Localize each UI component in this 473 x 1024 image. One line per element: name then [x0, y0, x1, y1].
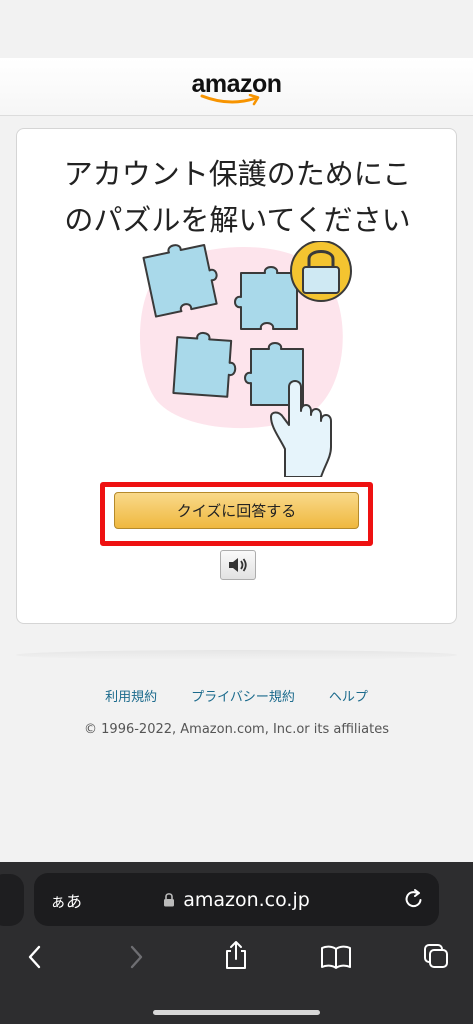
puzzle-piece-2 — [234, 266, 298, 330]
bookmarks-icon[interactable] — [320, 944, 352, 970]
address-bar[interactable]: ぁあ amazon.co.jp — [34, 873, 439, 926]
lock-badge-icon — [290, 241, 352, 302]
terms-link[interactable]: 利用規約 — [105, 686, 157, 705]
page-title: アカウント保護のためにこ のパズルを解いてください — [17, 151, 458, 243]
browser-bottom-bar: ぁあ amazon.co.jp — [0, 862, 473, 1024]
url-text: amazon.co.jp — [183, 888, 310, 911]
tabs-icon[interactable] — [422, 942, 450, 970]
url-display[interactable]: amazon.co.jp — [34, 889, 439, 911]
puzzle-piece-3 — [172, 331, 237, 398]
reload-icon[interactable] — [403, 888, 425, 910]
lock-icon — [164, 893, 175, 907]
copyright-text: © 1996-2022, Amazon.com, Inc.or its affi… — [84, 722, 389, 737]
previous-tab-stub[interactable] — [0, 874, 24, 926]
footer-links: 利用規約 プライバシー規約 ヘルプ — [0, 686, 473, 705]
browser-toolbar — [0, 934, 473, 984]
amazon-header: amazon — [0, 58, 473, 116]
help-link[interactable]: ヘルプ — [329, 686, 368, 705]
home-indicator[interactable] — [153, 1010, 320, 1015]
amazon-smile-icon — [200, 93, 259, 105]
captcha-card: アカウント保護のためにこ のパズルを解いてください クイズに回答する — [16, 128, 457, 624]
speaker-icon — [229, 558, 247, 572]
audio-challenge-button[interactable] — [220, 550, 256, 580]
page: amazon アカウント保護のためにこ のパズルを解いてください クイズに回答す… — [0, 0, 473, 1024]
title-line-2: のパズルを解いてください — [64, 203, 411, 237]
amazon-logo[interactable]: amazon — [182, 67, 292, 107]
answer-quiz-button[interactable]: クイズに回答する — [114, 492, 359, 529]
back-icon[interactable] — [25, 944, 45, 970]
section-divider — [16, 650, 457, 660]
privacy-link[interactable]: プライバシー規約 — [191, 686, 295, 705]
puzzle-illustration — [139, 241, 352, 477]
title-line-1: アカウント保護のためにこ — [63, 157, 412, 191]
share-icon[interactable] — [223, 940, 249, 970]
forward-icon[interactable] — [126, 944, 146, 970]
